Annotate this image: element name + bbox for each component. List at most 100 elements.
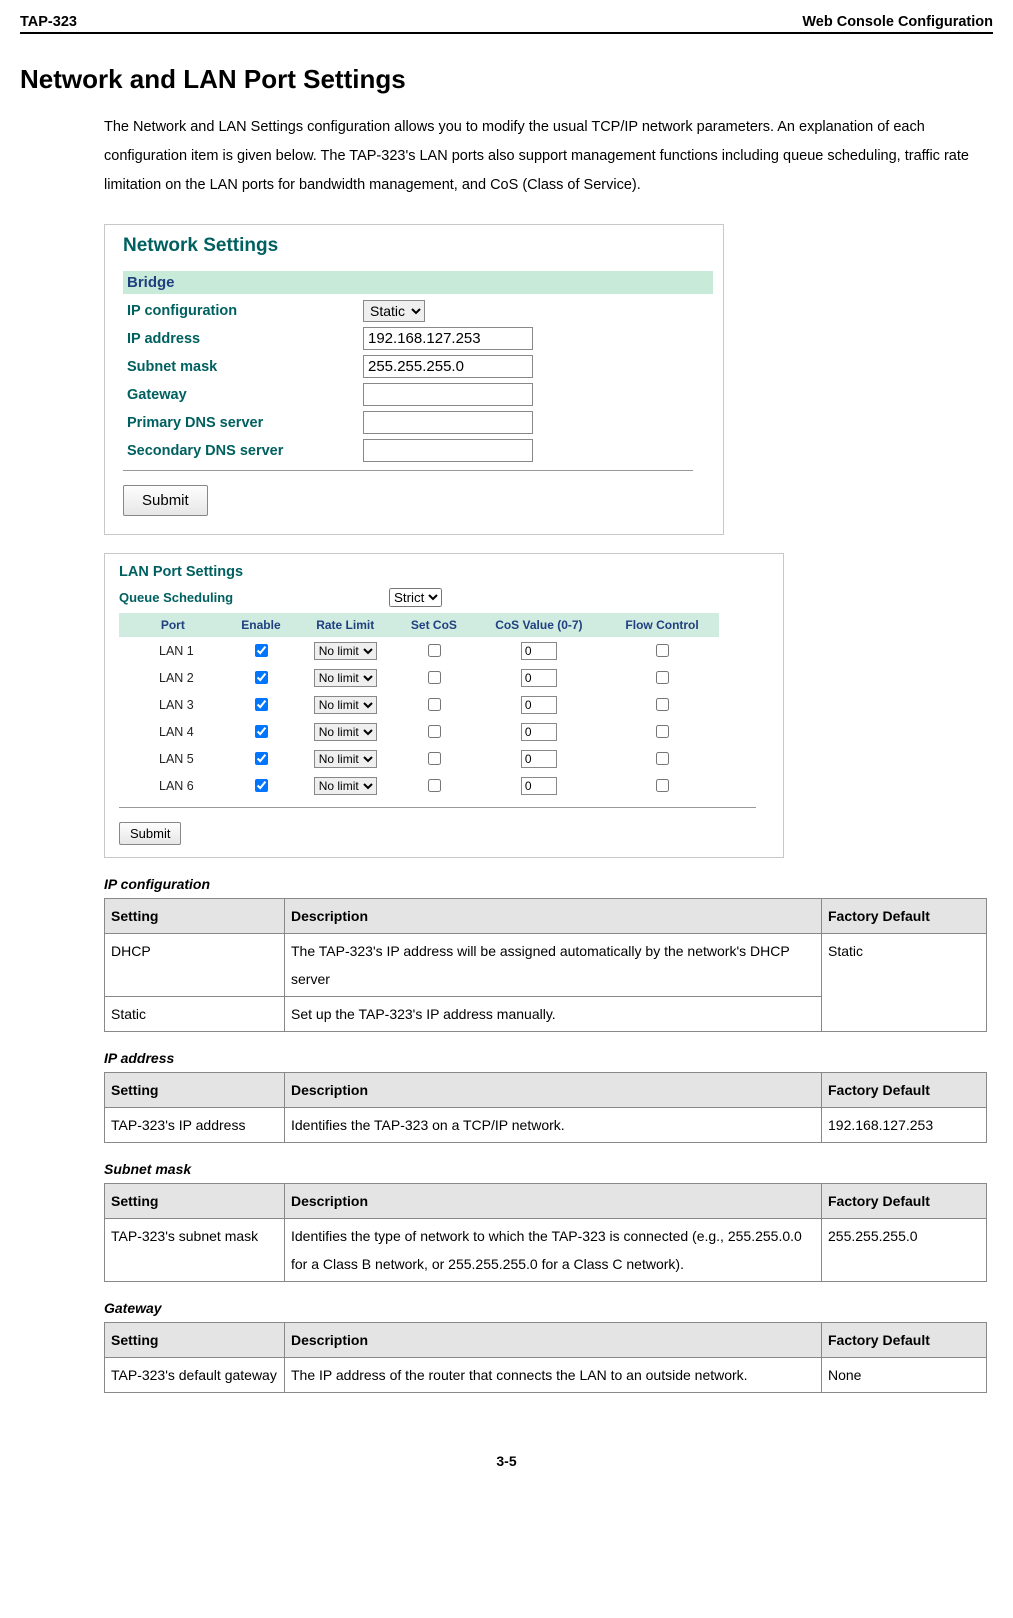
lan-rate-limit-select[interactable]: No limit: [314, 723, 377, 741]
desc-col-header: Description: [285, 1073, 822, 1108]
network-settings-panel: Network Settings Bridge IP configuration…: [104, 224, 724, 535]
ip-config-select[interactable]: Static: [363, 300, 425, 322]
lan-port-settings-title: LAN Port Settings: [119, 564, 769, 580]
desc-description: Identifies the TAP-323 on a TCP/IP netwo…: [285, 1108, 822, 1143]
lan-setcos-checkbox[interactable]: [428, 725, 441, 738]
lan-row: LAN 4 No limit: [119, 718, 719, 745]
lan-port-table: PortEnableRate LimitSet CoSCoS Value (0-…: [119, 613, 719, 799]
desc-default: None: [822, 1358, 987, 1393]
network-settings-title: Network Settings: [123, 235, 705, 257]
header-right: Web Console Configuration: [802, 14, 993, 30]
desc-description: The TAP-323's IP address will be assigne…: [285, 934, 822, 997]
desc-row: TAP-323's default gatewayThe IP address …: [105, 1358, 987, 1393]
lan-enable-checkbox[interactable]: [255, 725, 268, 738]
lan-flow-checkbox[interactable]: [656, 725, 669, 738]
lan-flow-checkbox[interactable]: [656, 644, 669, 657]
desc-col-header: Description: [285, 899, 822, 934]
lan-port-settings-panel: LAN Port Settings Queue Scheduling Stric…: [104, 553, 784, 858]
lan-setcos-checkbox[interactable]: [428, 671, 441, 684]
page-number: 3-5: [20, 1453, 993, 1469]
ip-config-label: IP configuration: [123, 303, 363, 319]
lan-submit-button[interactable]: Submit: [119, 822, 181, 845]
desc-col-header: Setting: [105, 1323, 285, 1358]
lan-setcos-checkbox[interactable]: [428, 752, 441, 765]
desc-setting: TAP-323's subnet mask: [105, 1219, 285, 1282]
desc-col-header: Factory Default: [822, 899, 987, 934]
primary-dns-input[interactable]: [363, 411, 533, 434]
submit-button[interactable]: Submit: [123, 485, 208, 516]
lan-port-name: LAN 2: [119, 664, 227, 691]
lan-row: LAN 3 No limit: [119, 691, 719, 718]
bridge-section-label: Bridge: [123, 271, 713, 294]
lan-port-name: LAN 3: [119, 691, 227, 718]
subnet-mask-input[interactable]: [363, 355, 533, 378]
desc-col-header: Setting: [105, 899, 285, 934]
lan-setcos-checkbox[interactable]: [428, 644, 441, 657]
lan-flow-checkbox[interactable]: [656, 752, 669, 765]
lan-flow-checkbox[interactable]: [656, 671, 669, 684]
lan-enable-checkbox[interactable]: [255, 671, 268, 684]
desc-table: SettingDescriptionFactory Default DHCPThe…: [104, 898, 987, 1032]
lan-cos-value-input[interactable]: [521, 750, 557, 768]
subnet-mask-label: Subnet mask: [123, 359, 363, 375]
ip-address-label: IP address: [123, 331, 363, 347]
ip-address-input[interactable]: [363, 327, 533, 350]
secondary-dns-input[interactable]: [363, 439, 533, 462]
desc-col-header: Description: [285, 1323, 822, 1358]
desc-table: SettingDescriptionFactory DefaultTAP-323…: [104, 1072, 987, 1143]
lan-flow-checkbox[interactable]: [656, 779, 669, 792]
lan-enable-checkbox[interactable]: [255, 644, 268, 657]
lan-cos-value-input[interactable]: [521, 777, 557, 795]
desc-default: 192.168.127.253: [822, 1108, 987, 1143]
desc-setting: TAP-323's IP address: [105, 1108, 285, 1143]
divider: [123, 470, 693, 471]
desc-description: Set up the TAP-323's IP address manually…: [285, 997, 822, 1032]
lan-port-name: LAN 1: [119, 637, 227, 664]
lan-setcos-checkbox[interactable]: [428, 698, 441, 711]
desc-description: Identifies the type of network to which …: [285, 1219, 822, 1282]
lan-col-header: Flow Control: [605, 613, 719, 637]
lan-rate-limit-select[interactable]: No limit: [314, 696, 377, 714]
lan-rate-limit-select[interactable]: No limit: [314, 777, 377, 795]
desc-table: SettingDescriptionFactory DefaultTAP-323…: [104, 1183, 987, 1282]
desc-setting: DHCP: [105, 934, 285, 997]
lan-row: LAN 6 No limit: [119, 772, 719, 799]
lan-cos-value-input[interactable]: [521, 723, 557, 741]
primary-dns-label: Primary DNS server: [123, 415, 363, 431]
lan-cos-value-input[interactable]: [521, 642, 557, 660]
lan-rate-limit-select[interactable]: No limit: [314, 750, 377, 768]
desc-default: Static: [822, 934, 987, 1032]
lan-cos-value-input[interactable]: [521, 696, 557, 714]
gateway-input[interactable]: [363, 383, 533, 406]
desc-col-header: Setting: [105, 1184, 285, 1219]
lan-enable-checkbox[interactable]: [255, 779, 268, 792]
desc-table-title: IP address: [104, 1050, 987, 1066]
intro-paragraph: The Network and LAN Settings configurati…: [104, 113, 987, 200]
desc-table-title: Gateway: [104, 1300, 987, 1316]
desc-description: The IP address of the router that connec…: [285, 1358, 822, 1393]
desc-table: SettingDescriptionFactory DefaultTAP-323…: [104, 1322, 987, 1393]
queue-scheduling-select[interactable]: Strict: [389, 588, 442, 607]
lan-row: LAN 2 No limit: [119, 664, 719, 691]
lan-enable-checkbox[interactable]: [255, 698, 268, 711]
lan-col-header: Port: [119, 613, 227, 637]
lan-enable-checkbox[interactable]: [255, 752, 268, 765]
lan-col-header: Set CoS: [395, 613, 472, 637]
lan-rate-limit-select[interactable]: No limit: [314, 642, 377, 660]
queue-scheduling-label: Queue Scheduling: [119, 590, 389, 605]
divider: [119, 807, 756, 808]
desc-col-header: Factory Default: [822, 1323, 987, 1358]
lan-setcos-checkbox[interactable]: [428, 779, 441, 792]
desc-col-header: Factory Default: [822, 1073, 987, 1108]
lan-port-name: LAN 4: [119, 718, 227, 745]
desc-table-title: Subnet mask: [104, 1161, 987, 1177]
desc-table-title: IP configuration: [104, 876, 987, 892]
desc-default: 255.255.255.0: [822, 1219, 987, 1282]
page-header: TAP-323 Web Console Configuration: [20, 14, 993, 34]
lan-rate-limit-select[interactable]: No limit: [314, 669, 377, 687]
lan-cos-value-input[interactable]: [521, 669, 557, 687]
lan-flow-checkbox[interactable]: [656, 698, 669, 711]
desc-setting: TAP-323's default gateway: [105, 1358, 285, 1393]
desc-row: TAP-323's subnet maskIdentifies the type…: [105, 1219, 987, 1282]
lan-port-name: LAN 6: [119, 772, 227, 799]
